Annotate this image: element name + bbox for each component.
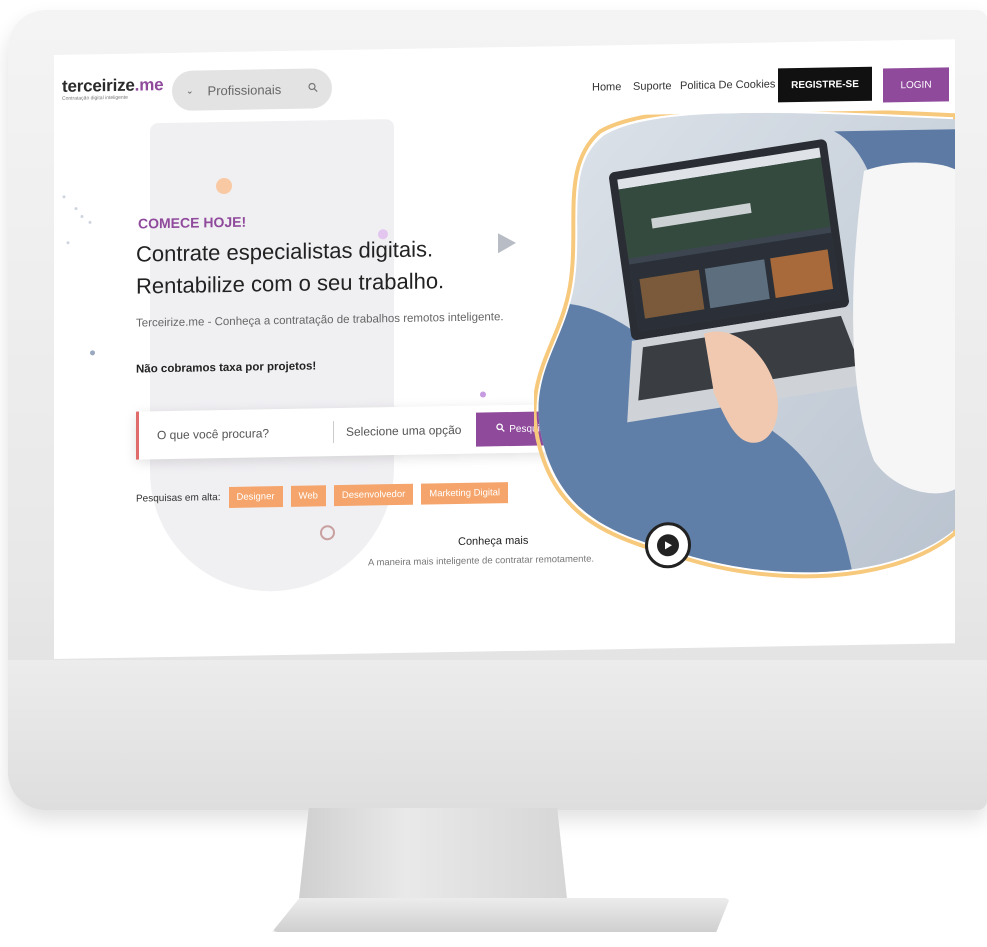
trending-chip-desenvolvedor[interactable]: Desenvolvedor	[333, 483, 414, 507]
decor-triangle	[498, 233, 516, 254]
trending-chip-designer[interactable]: Designer	[228, 486, 283, 508]
decor-grey-dot	[90, 350, 95, 356]
search-icon	[496, 423, 505, 435]
trending-chip-marketing[interactable]: Marketing Digital	[421, 482, 509, 505]
search-category-select[interactable]: Selecione uma opção	[346, 423, 461, 439]
decor-purple-dot	[480, 391, 486, 398]
hero-title-line1: Contrate especialistas digitais.	[136, 236, 434, 267]
job-search-bar: O que você procura? Selecione uma opção …	[136, 403, 577, 460]
hero-image	[534, 109, 955, 579]
search-divider	[333, 421, 334, 444]
brand-logo[interactable]: terceirize.me Contratação digital inteli…	[62, 75, 163, 102]
website-screen: terceirize.me Contratação digital inteli…	[54, 39, 955, 659]
login-button[interactable]: LOGIN	[883, 67, 949, 103]
play-icon	[657, 534, 679, 557]
hero-title-line2: Rentabilize com o seu trabalho.	[136, 268, 445, 299]
nav-cookies[interactable]: Politica De Cookies	[680, 78, 775, 92]
hero-title: Contrate especialistas digitais. Rentabi…	[136, 233, 444, 302]
nav-suporte[interactable]: Suporte	[633, 80, 672, 93]
register-button[interactable]: REGISTRE-SE	[778, 66, 872, 103]
trending-chip-web[interactable]: Web	[290, 485, 326, 507]
brand-suffix: .me	[134, 75, 164, 95]
search-query-input[interactable]: O que você procura?	[157, 425, 333, 442]
hero-eyebrow: COMECE HOJE!	[138, 213, 247, 232]
trending-label: Pesquisas em alta:	[136, 492, 221, 505]
monitor-base	[272, 898, 730, 932]
search-icon[interactable]	[308, 82, 318, 95]
category-search-label: Profissionais	[207, 81, 282, 98]
hero-background-card	[150, 119, 394, 594]
monitor-chin	[8, 660, 987, 810]
decor-dot-cluster	[62, 195, 92, 245]
chevron-down-icon: ⌄	[186, 85, 194, 96]
monitor-stand	[298, 808, 568, 908]
nav-home[interactable]: Home	[592, 81, 621, 94]
brand-name: terceirize	[62, 75, 135, 96]
category-search-pill[interactable]: ⌄ Profissionais	[172, 68, 332, 111]
video-title: Conheça mais	[458, 534, 529, 548]
